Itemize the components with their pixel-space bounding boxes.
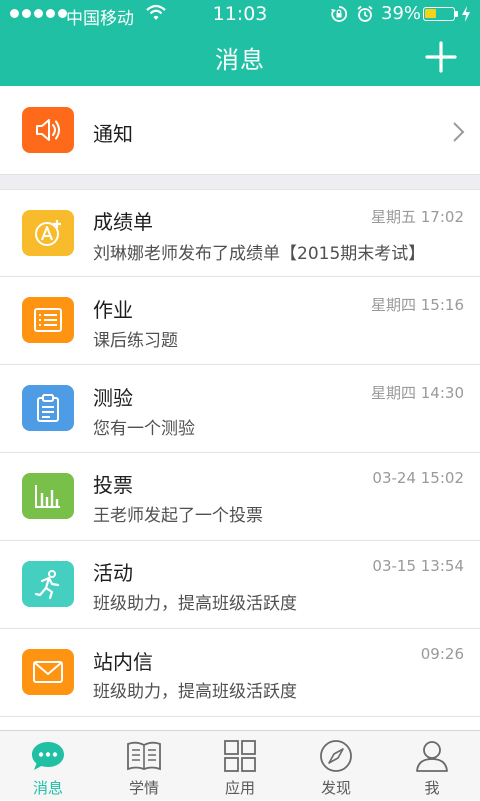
tab-messages[interactable]: 消息 xyxy=(0,731,96,801)
tab-label: 应用 xyxy=(224,779,255,797)
top-bar: 中国移动 11:03 39% 消息 xyxy=(0,0,480,86)
grade-a-plus-icon xyxy=(22,210,74,256)
message-time: 09:26 xyxy=(420,645,464,663)
compass-icon xyxy=(320,740,352,772)
user-icon xyxy=(416,741,448,772)
tab-apps[interactable]: 应用 xyxy=(192,731,288,801)
grid-icon xyxy=(224,740,256,772)
message-row-mail[interactable]: 站内信 班级助力，提高班级活跃度 09:26 xyxy=(0,629,480,716)
alarm-icon xyxy=(357,5,373,22)
plus-icon[interactable] xyxy=(420,36,462,78)
page-title: 消息 xyxy=(215,46,265,74)
message-time: 03-15 13:54 xyxy=(372,557,464,575)
battery-fill xyxy=(425,9,436,18)
message-subtitle: 班级助力，提高班级活跃度 xyxy=(93,594,297,614)
chat-bubble-icon xyxy=(32,742,64,770)
tab-label: 学情 xyxy=(128,779,159,797)
tab-bar: 消息 学情 应用 发现 我 xyxy=(0,730,480,800)
message-subtitle: 课后练习题 xyxy=(93,331,178,351)
envelope-icon xyxy=(22,649,74,695)
message-row-homework[interactable]: 作业 课后练习题 星期四 15:16 xyxy=(0,277,480,364)
bar-chart-icon xyxy=(22,473,74,519)
tab-label: 消息 xyxy=(32,779,63,797)
message-subtitle: 王老师发起了一个投票 xyxy=(93,506,263,526)
tab-label: 发现 xyxy=(320,779,351,797)
clipboard-icon xyxy=(22,385,74,431)
message-time: 星期五 17:02 xyxy=(371,208,464,226)
notice-row[interactable]: 通知 xyxy=(0,86,480,174)
message-time: 03-24 15:02 xyxy=(372,469,464,487)
message-title: 站内信 xyxy=(93,650,153,674)
open-book-icon xyxy=(127,741,161,771)
tab-discover[interactable]: 发现 xyxy=(288,731,384,801)
speaker-icon xyxy=(22,107,74,153)
message-subtitle: 班级助力，提高班级活跃度 xyxy=(93,682,297,702)
tab-study[interactable]: 学情 xyxy=(96,731,192,801)
battery-percent: 39% xyxy=(381,3,422,24)
message-row-grades[interactable]: 成绩单 刘琳娜老师发布了成绩单【2015期末考试】 星期五 17:02 xyxy=(0,190,480,276)
message-time: 星期四 14:30 xyxy=(371,384,464,402)
message-title: 测验 xyxy=(93,386,133,410)
divider xyxy=(0,716,480,717)
homework-list-icon xyxy=(22,297,74,343)
section-separator xyxy=(0,174,480,190)
message-row-vote[interactable]: 投票 王老师发起了一个投票 03-24 15:02 xyxy=(0,453,480,540)
tab-label: 我 xyxy=(424,779,440,797)
message-title: 投票 xyxy=(93,473,133,497)
chevron-right-icon xyxy=(453,122,465,142)
charging-icon xyxy=(462,6,470,22)
battery-icon xyxy=(423,7,458,21)
message-title: 作业 xyxy=(93,298,133,322)
message-subtitle: 您有一个测验 xyxy=(93,419,195,439)
message-row-activity[interactable]: 活动 班级助力，提高班级活跃度 03-15 13:54 xyxy=(0,541,480,628)
message-row-quiz[interactable]: 测验 您有一个测验 星期四 14:30 xyxy=(0,365,480,452)
status-bar: 中国移动 11:03 39% xyxy=(0,0,480,29)
message-title: 成绩单 xyxy=(93,210,153,234)
message-time: 星期四 15:16 xyxy=(371,296,464,314)
notice-label: 通知 xyxy=(93,122,133,146)
rotation-lock-icon xyxy=(331,6,348,22)
tab-me[interactable]: 我 xyxy=(384,731,480,801)
running-person-icon xyxy=(22,561,74,607)
message-subtitle: 刘琳娜老师发布了成绩单【2015期末考试】 xyxy=(93,244,426,264)
message-title: 活动 xyxy=(93,561,133,585)
